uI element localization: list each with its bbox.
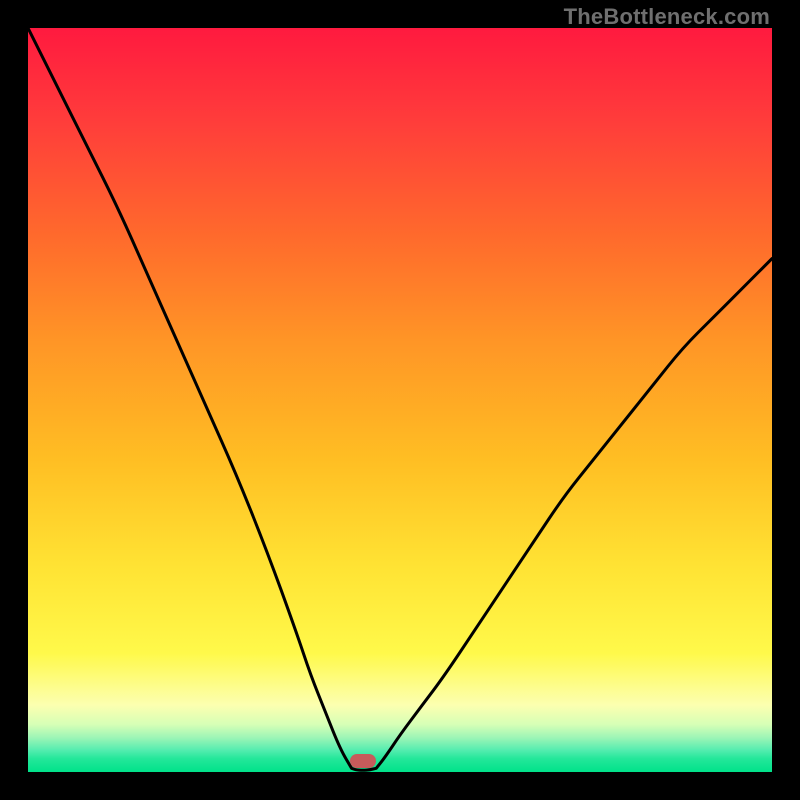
curve-layer [28,28,772,772]
optimum-marker [350,754,376,768]
plot-area [28,28,772,772]
frame: TheBottleneck.com [0,0,800,800]
watermark-text: TheBottleneck.com [564,4,770,30]
bottleneck-curve [28,28,772,770]
